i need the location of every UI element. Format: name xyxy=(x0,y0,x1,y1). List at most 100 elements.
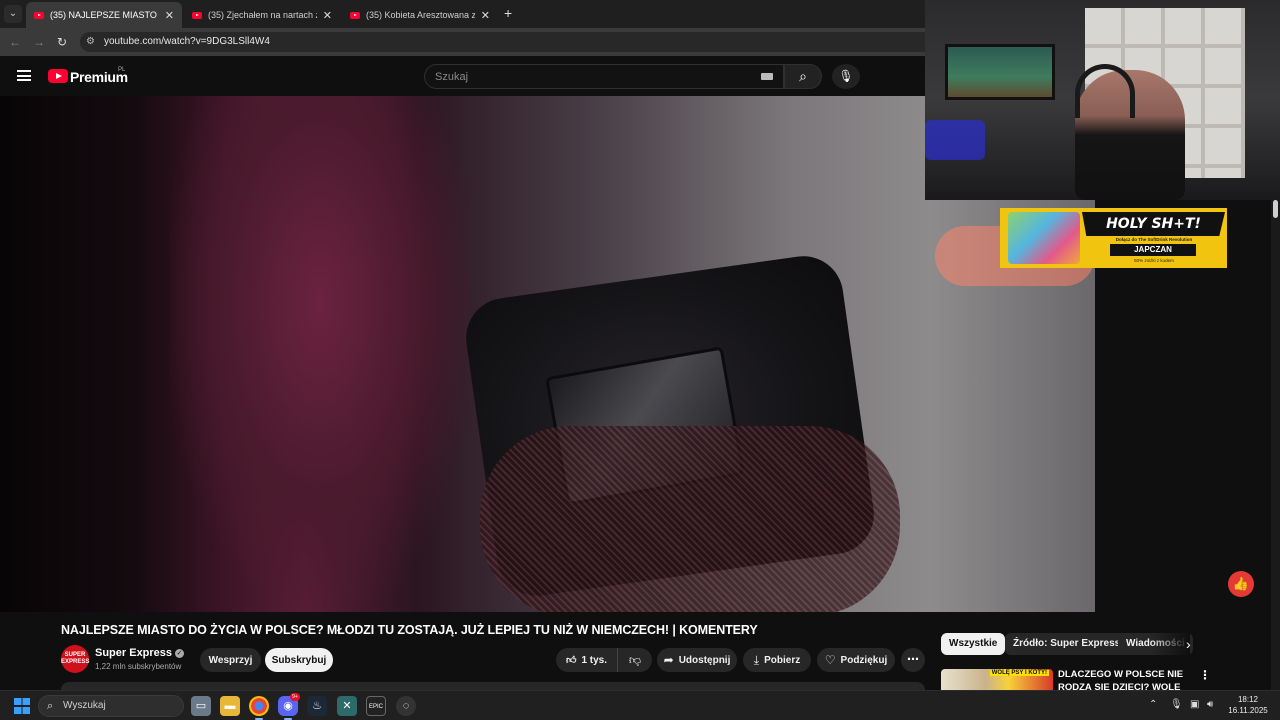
xbox-app-icon[interactable]: ✕ xyxy=(337,696,357,716)
search-button[interactable]: ⌕ xyxy=(784,64,822,89)
tray-network-icon[interactable]: ▣ xyxy=(1190,699,1199,710)
like-button[interactable]: 👍︎ 1 tys. xyxy=(556,648,618,672)
thumbs-up-reaction-icon: 👍 xyxy=(1228,571,1254,597)
video-frame-glove xyxy=(480,426,900,612)
epic-games-icon[interactable]: EPIC xyxy=(366,696,386,716)
steam-icon[interactable]: ♨ xyxy=(307,696,327,716)
page-scrollbar[interactable] xyxy=(1271,200,1280,690)
discord-notification-badge: 9+ xyxy=(290,693,300,701)
share-button[interactable]: ➦ Udostępnij xyxy=(657,648,737,672)
windows-start-icon[interactable] xyxy=(14,698,30,714)
like-dislike-group: 👍︎ 1 tys. 👎︎ xyxy=(556,648,652,672)
video-info: NAJLEPSZE MIASTO DO ŻYCIA W POLSCE? MŁOD… xyxy=(0,612,925,692)
forward-arrow-icon[interactable]: → xyxy=(33,35,45,49)
channel-name[interactable]: Super Express xyxy=(95,647,172,659)
recommended-title[interactable]: DLACZEGO W POLSCE NIE RODZĄ SIĘ DZIECI? … xyxy=(1058,668,1198,690)
browser-tab-strip: ⌄ (35) NAJLEPSZE MIASTO DO ŻYCIA ✕ (35) … xyxy=(0,0,925,28)
subscriber-count: 1,22 mln subskrybentów xyxy=(95,662,182,671)
browser-tab-3[interactable]: (35) Kobieta Aresztowana za Uj ✕ xyxy=(342,2,498,28)
tab-close-icon[interactable]: ✕ xyxy=(481,9,490,22)
sponsor-headline: HOLY SH+T! xyxy=(1106,216,1201,232)
thanks-button[interactable]: ♡ Podziękuj xyxy=(817,648,895,672)
youtube-favicon-icon xyxy=(34,11,44,19)
webcam-headset xyxy=(1075,64,1135,118)
windows-taskbar: ⌕ Wyszukaj ▭ ▬ ◉ ♨ ✕ EPIC ◌ ⌃ 🎙 ▣ 🔊︎ 18:… xyxy=(0,690,1280,720)
recommended-thumbnail[interactable]: WOLĘ PSY I KOTY! xyxy=(941,669,1053,690)
tab-search-chevron-icon[interactable]: ⌄ xyxy=(4,5,22,23)
menu-icon[interactable] xyxy=(17,70,31,81)
clock-time: 18:12 xyxy=(1237,695,1259,704)
subscribe-label: Subskrybuj xyxy=(271,654,327,666)
share-icon: ➦ xyxy=(663,653,674,667)
sponsor-subtitle: Dołącz do The SoftDrink Revolution xyxy=(1115,237,1193,242)
video-frame-hair xyxy=(170,96,470,612)
channel-avatar[interactable]: SUPER EXPRESS xyxy=(61,645,89,673)
address-bar[interactable]: ⚙ youtube.com/watch?v=9DG3LSll4W4 xyxy=(80,32,925,52)
task-view-icon[interactable]: ▭ xyxy=(191,696,211,716)
thumbnail-caption: WOLĘ PSY I KOTY! xyxy=(989,670,1049,676)
thanks-label: Podziękuj xyxy=(840,654,888,666)
thumbs-up-icon: 👍︎ xyxy=(565,655,577,666)
thumbs-down-icon: 👎︎ xyxy=(628,653,642,667)
chip-all[interactable]: Wszystkie xyxy=(941,633,1006,655)
support-button[interactable]: Wesprzyj xyxy=(200,648,261,672)
youtube-favicon-icon xyxy=(350,11,360,19)
streamer-webcam-overlay xyxy=(925,0,1280,200)
channel-name-row[interactable]: Super Express ✓ xyxy=(95,647,185,659)
new-tab-button[interactable]: + xyxy=(504,5,512,21)
app-circle-icon[interactable]: ◌ xyxy=(396,696,416,716)
webcam-aquarium xyxy=(945,44,1055,100)
share-label: Udostępnij xyxy=(678,654,731,666)
chrome-icon[interactable] xyxy=(249,696,269,720)
browser-tab-title: (35) Kobieta Aresztowana za Uj xyxy=(366,10,475,20)
browser-tab-title: (35) NAJLEPSZE MIASTO DO ŻYCIA xyxy=(50,10,159,20)
site-settings-icon[interactable]: ⚙ xyxy=(86,36,95,47)
sponsor-footer: 50% zniżki z kodem xyxy=(1134,258,1174,263)
search-icon: ⌕ xyxy=(799,68,807,84)
more-actions-button[interactable]: ⋯ xyxy=(901,648,925,672)
screen: ⌄ (35) NAJLEPSZE MIASTO DO ŻYCIA ✕ (35) … xyxy=(0,0,1280,720)
more-vertical-icon[interactable]: ⋮ xyxy=(1199,668,1211,682)
microphone-icon: 🎙 xyxy=(838,69,854,83)
reload-icon[interactable]: ↻ xyxy=(57,35,67,49)
tray-volume-icon[interactable]: 🔊︎ xyxy=(1207,699,1213,710)
youtube-favicon-icon xyxy=(192,11,202,19)
sponsor-headline-box: HOLY SH+T! xyxy=(1082,212,1225,236)
voice-search-button[interactable]: 🎙 xyxy=(832,64,860,89)
taskbar-search-placeholder: Wyszukaj xyxy=(63,700,106,711)
sponsor-brand: JAPCZAN xyxy=(1110,244,1196,256)
clock-date: 16.11.2025 xyxy=(1228,706,1268,715)
search-input[interactable] xyxy=(435,69,755,85)
like-count: 1 tys. xyxy=(581,654,608,666)
chips-fade xyxy=(1150,632,1190,658)
tab-close-icon[interactable]: ✕ xyxy=(165,9,174,22)
url-text[interactable]: youtube.com/watch?v=9DG3LSll4W4 xyxy=(104,36,270,47)
webcam-desk-light xyxy=(925,120,985,160)
sponsor-product-image xyxy=(1008,212,1080,264)
browser-tab-2[interactable]: (35) Zjechałem na nartach z Mo ✕ xyxy=(184,2,340,28)
search-box[interactable] xyxy=(424,64,784,89)
tray-microphone-icon[interactable]: 🎙 xyxy=(1170,699,1183,710)
support-label: Wesprzyj xyxy=(208,654,253,666)
download-label: Pobierz xyxy=(764,654,801,666)
chevron-right-icon[interactable]: › xyxy=(1186,636,1191,652)
region-code: PL xyxy=(118,67,126,73)
tray-chevron-up-icon[interactable]: ⌃ xyxy=(1149,699,1157,710)
dislike-button[interactable]: 👎︎ xyxy=(618,648,652,672)
file-explorer-icon[interactable]: ▬ xyxy=(220,696,240,716)
tab-close-icon[interactable]: ✕ xyxy=(323,9,332,22)
browser-tab-1[interactable]: (35) NAJLEPSZE MIASTO DO ŻYCIA ✕ xyxy=(26,2,182,28)
browser-tab-title: (35) Zjechałem na nartach z Mo xyxy=(208,10,317,20)
chip-source[interactable]: Źródło: Super Express xyxy=(1005,633,1129,655)
back-arrow-icon[interactable]: ← xyxy=(9,35,21,49)
verified-check-icon: ✓ xyxy=(175,649,185,658)
browser-toolbar: ← → ↻ ⚙ youtube.com/watch?v=9DG3LSll4W4 xyxy=(0,28,925,56)
subscribe-button[interactable]: Subskrybuj xyxy=(265,648,333,672)
download-button[interactable]: ⤓ Pobierz xyxy=(743,648,811,672)
keyboard-icon[interactable] xyxy=(761,73,773,80)
more-horizontal-icon: ⋯ xyxy=(907,652,919,666)
taskbar-clock[interactable]: 18:12 16.11.2025 xyxy=(1222,694,1274,716)
youtube-logo-icon[interactable] xyxy=(48,69,68,83)
taskbar-search[interactable]: ⌕ Wyszukaj xyxy=(38,695,184,717)
scrollbar-thumb[interactable] xyxy=(1273,200,1278,218)
